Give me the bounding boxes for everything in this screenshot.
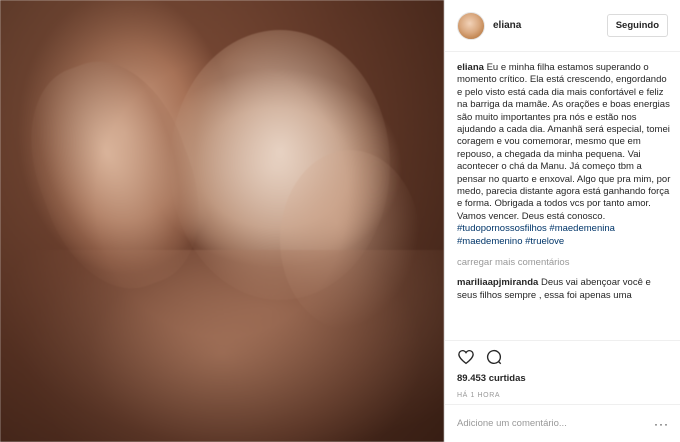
caption: eliana Eu e minha filha estamos superand… (457, 62, 673, 223)
likes-count[interactable]: 89.453 curtidas (457, 373, 669, 384)
comment-username[interactable]: mariliaapjmiranda (457, 277, 538, 288)
caption-hashtags[interactable]: #tudopornossosfilhos #maedemenina #maede… (457, 223, 673, 248)
load-more-comments-link[interactable]: carregar mais comentários (457, 257, 673, 268)
post-header: eliana Seguindo (445, 0, 680, 52)
post-image[interactable] (0, 0, 444, 442)
post-actions: 89.453 curtidas HÁ 1 HORA (445, 340, 680, 399)
add-comment-bar: ··· (445, 404, 680, 442)
more-options-icon[interactable]: ··· (654, 417, 669, 431)
post-time: HÁ 1 HORA (457, 392, 501, 399)
comment-input[interactable] (457, 418, 654, 429)
heart-icon[interactable] (457, 348, 475, 366)
caption-username[interactable]: eliana (457, 62, 484, 73)
post-side-panel: eliana Seguindo eliana Eu e minha filha … (444, 0, 680, 442)
comment-item: mariliaapjmiranda Deus vai abençoar você… (457, 277, 673, 302)
following-button[interactable]: Seguindo (606, 14, 668, 37)
comments-section[interactable]: eliana Eu e minha filha estamos superand… (457, 62, 673, 342)
caption-text: Eu e minha filha estamos superando o mom… (457, 62, 671, 222)
image-vignette (0, 0, 444, 442)
author-username[interactable]: eliana (493, 20, 607, 31)
comment-icon[interactable] (485, 348, 503, 366)
avatar[interactable] (457, 11, 485, 40)
